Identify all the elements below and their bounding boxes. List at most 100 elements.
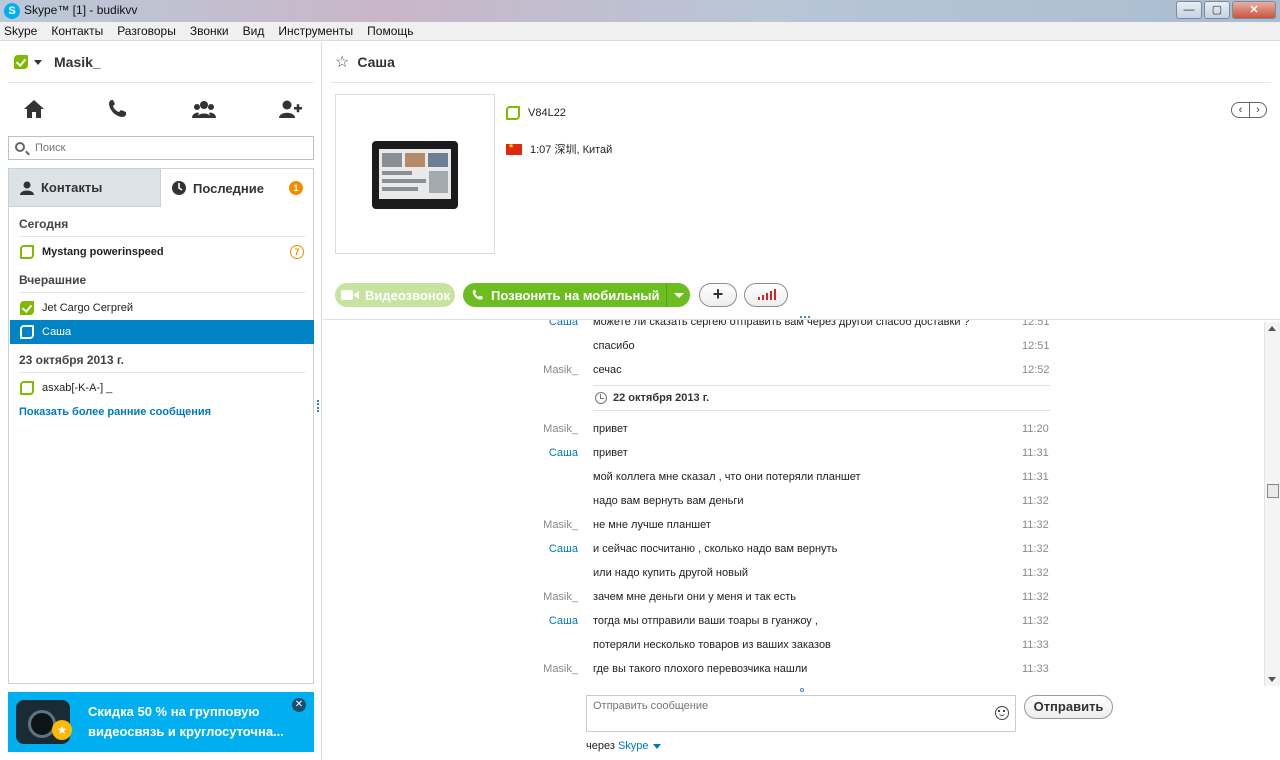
phone-icon <box>472 289 483 300</box>
chevron-down-icon <box>34 59 42 65</box>
conversation-pane: ☆ Саша V84L22 1:07 深圳, Китай ‹ › <box>323 42 1280 760</box>
menu-calls[interactable]: Звонки <box>190 24 229 38</box>
group-heading-today: Сегодня <box>19 217 69 231</box>
profile-name: Masik_ <box>54 54 101 70</box>
emoticon-icon[interactable] <box>995 706 1009 720</box>
message-text: спасибо <box>593 340 635 352</box>
add-participant-button[interactable]: + <box>699 283 737 307</box>
call-quality-button[interactable] <box>744 283 788 307</box>
menu-tools[interactable]: Инструменты <box>278 24 353 38</box>
message-time: 11:31 <box>1022 471 1049 483</box>
tab-recent-label: Последние <box>193 180 264 196</box>
message-text: или надо купить другой новый <box>593 567 748 579</box>
message-sender: Masik_ <box>543 519 578 531</box>
conversation-header: ☆ Саша <box>335 52 395 72</box>
device-info: V84L22 <box>506 106 566 120</box>
scroll-thumb[interactable] <box>1267 484 1279 498</box>
message-composer[interactable] <box>586 695 1016 732</box>
promo-close-icon[interactable]: ✕ <box>292 698 306 712</box>
tab-recent[interactable]: Последние 1 <box>161 169 313 207</box>
message-row: Masik_ зачем мне деньги они у меня и так… <box>323 586 1263 610</box>
search-input[interactable] <box>35 140 305 156</box>
online-status-icon <box>20 381 34 395</box>
menu-contacts[interactable]: Контакты <box>51 24 103 38</box>
scroll-down-arrow-icon[interactable] <box>1268 677 1276 682</box>
resize-handle[interactable] <box>800 688 804 692</box>
contact-name: Jet Cargo Сегргей <box>42 302 133 314</box>
message-time: 11:32 <box>1022 543 1049 555</box>
contacts-recent-panel: Контакты Последние 1 Сегодня Mystang pow… <box>8 168 314 684</box>
next-arrow-icon[interactable]: › <box>1249 103 1266 117</box>
message-input[interactable] <box>593 700 983 728</box>
send-via-selector[interactable]: Skype <box>618 740 649 752</box>
close-button[interactable]: ✕ <box>1232 1 1276 19</box>
message-scrollbar[interactable] <box>1264 322 1280 686</box>
online-status-icon <box>20 301 34 315</box>
recent-item-jet-cargo[interactable]: Jet Cargo Сегргей <box>10 296 314 320</box>
unread-count: 7 <box>290 245 304 259</box>
recent-item-sasha[interactable]: Саша <box>10 320 314 344</box>
prev-arrow-icon[interactable]: ‹ <box>1232 103 1249 117</box>
minimize-button[interactable]: — <box>1176 1 1202 19</box>
recent-item-mystang[interactable]: Mystang powerinspeed 7 <box>10 240 314 264</box>
divider <box>19 372 305 373</box>
message-time: 11:31 <box>1022 447 1049 459</box>
conversation-title: Саша <box>357 54 395 70</box>
message-text: зачем мне деньги они у меня и так есть <box>593 591 796 603</box>
clock-icon <box>595 392 607 404</box>
person-icon <box>20 181 34 195</box>
home-icon[interactable] <box>22 98 46 120</box>
message-sender: Masik_ <box>543 364 578 376</box>
message-text: привет <box>593 423 628 435</box>
message-sender: Masik_ <box>543 423 578 435</box>
date-separator: 22 октября 2013 г. <box>593 385 1050 411</box>
send-button[interactable]: Отправить <box>1024 695 1113 719</box>
people-icon[interactable] <box>192 98 216 120</box>
message-row: или надо купить другой новый 11:32 <box>323 562 1263 586</box>
online-status-icon <box>506 106 520 120</box>
message-time: 11:32 <box>1022 519 1049 531</box>
resize-handle[interactable] <box>800 316 810 318</box>
search-box[interactable] <box>8 136 314 160</box>
menu-view[interactable]: Вид <box>243 24 265 38</box>
message-time: 12:51 <box>1022 340 1050 352</box>
send-via: через Skype <box>586 740 661 752</box>
tab-contacts[interactable]: Контакты <box>9 169 161 207</box>
message-row: Саша тогда мы отправили ваши тоары в гуа… <box>323 610 1263 634</box>
message-text: где вы такого плохого перевозчика нашли <box>593 663 808 675</box>
tablet-image <box>372 141 458 209</box>
maximize-button[interactable]: ▢ <box>1204 1 1230 19</box>
video-call-button[interactable]: Видеозвонок <box>335 283 455 307</box>
online-status-icon <box>20 245 34 259</box>
favorite-star-icon[interactable]: ☆ <box>335 52 349 72</box>
menu-help[interactable]: Помощь <box>367 24 413 38</box>
chevron-down-icon[interactable] <box>666 283 690 307</box>
promo-banner[interactable]: ★ Скидка 50 % на групповую видеосвязь и … <box>8 692 314 752</box>
panel-splitter[interactable] <box>317 400 319 412</box>
menu-conversations[interactable]: Разговоры <box>117 24 176 38</box>
profile-status-menu[interactable]: Masik_ <box>14 54 101 70</box>
message-time: 11:32 <box>1022 495 1049 507</box>
message-sender: Саша <box>548 447 578 459</box>
video-call-label: Видеозвонок <box>365 287 451 303</box>
message-time: 12:52 <box>1022 364 1050 376</box>
message-row: Саша можете ли сказать сергею отправить … <box>323 320 1263 335</box>
message-text: тогда мы отправили ваши тоары в гуанжоу … <box>593 615 818 627</box>
message-text: надо вам вернуть вам деньги <box>593 495 744 507</box>
message-time: 11:32 <box>1022 567 1049 579</box>
phone-icon[interactable] <box>106 98 130 120</box>
add-contact-icon[interactable] <box>278 98 302 120</box>
profile-pager: ‹ › <box>1231 102 1267 118</box>
message-sender: Masik_ <box>543 591 578 603</box>
menu-skype[interactable]: Skype <box>4 24 37 38</box>
scroll-up-arrow-icon[interactable] <box>1268 326 1276 331</box>
left-panel: Masik_ Контакты <box>0 42 322 760</box>
menu-bar: Skype Контакты Разговоры Звонки Вид Инст… <box>0 22 1280 41</box>
divider <box>19 292 305 293</box>
device-name: V84L22 <box>528 107 566 119</box>
chevron-down-icon[interactable] <box>652 743 661 749</box>
unread-badge: 1 <box>289 181 303 195</box>
recent-item-asxab[interactable]: asxab[-K-A-] _ <box>10 376 314 400</box>
show-earlier-messages-link[interactable]: Показать более ранние сообщения <box>19 406 211 418</box>
call-mobile-button[interactable]: Позвонить на мобильный <box>463 283 690 307</box>
